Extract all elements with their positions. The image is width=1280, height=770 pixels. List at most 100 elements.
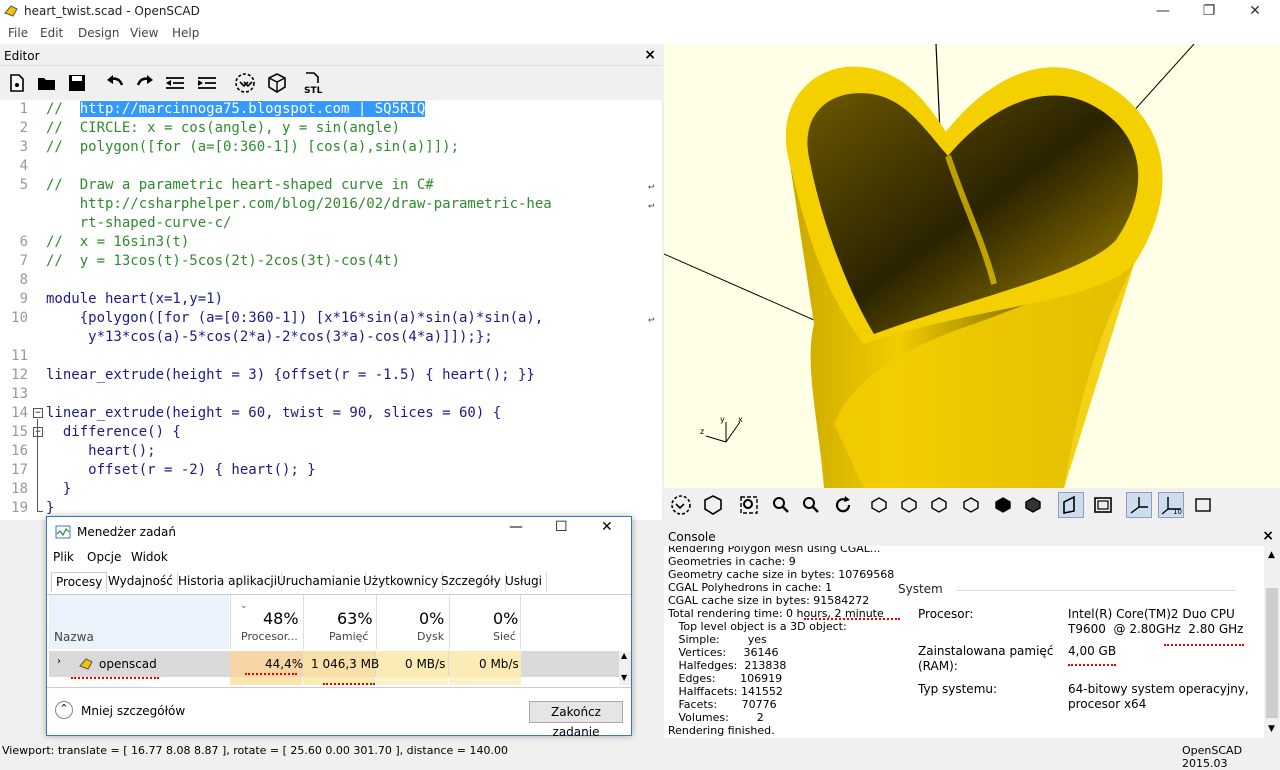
fewer-details-link[interactable]: Mniej szczegółów — [81, 704, 185, 718]
view-top-icon[interactable] — [896, 492, 922, 518]
wrap-marker: ↩ — [648, 199, 655, 212]
restore-button[interactable]: ❐ — [1186, 0, 1232, 24]
svg-text:x: x — [738, 415, 743, 424]
view-back-icon[interactable] — [1020, 492, 1046, 518]
unindent-icon[interactable] — [164, 72, 186, 94]
open-file-icon[interactable] — [36, 72, 58, 94]
disk-percent: 0% — [419, 609, 445, 628]
menu-edit[interactable]: Edit — [40, 26, 63, 40]
line-number: 15 — [11, 424, 28, 440]
show-edges-icon[interactable] — [1190, 492, 1216, 518]
redo-icon[interactable] — [134, 72, 156, 94]
line-number — [0, 214, 28, 233]
openscad-app-icon — [4, 5, 18, 17]
tm-tab-startup[interactable]: Uruchamianie — [273, 572, 366, 592]
cpu-label: Procesor: — [918, 607, 974, 621]
perspective-icon[interactable] — [1058, 492, 1084, 518]
code-line: // x = 16sin3(t) — [46, 234, 190, 250]
export-stl-icon[interactable]: STL — [302, 72, 328, 95]
red-scribble — [323, 679, 375, 685]
close-button[interactable]: ✕ — [1232, 0, 1278, 24]
tm-menu-options[interactable]: Opcje — [87, 550, 121, 564]
view-left-icon[interactable] — [958, 492, 984, 518]
window-title: heart_twist.scad - OpenSCAD — [24, 4, 200, 18]
new-file-icon[interactable] — [6, 72, 28, 94]
tm-tab-details[interactable]: Szczegóły — [437, 572, 506, 592]
reset-view-icon[interactable] — [830, 492, 856, 518]
save-icon[interactable] — [66, 72, 88, 94]
console-line: Volumes: 2 — [668, 711, 764, 724]
console-scrollbar[interactable]: ▲ ▼ — [1264, 546, 1280, 738]
tm-tab-processes[interactable]: Procesy — [51, 572, 108, 592]
tm-tab-app-history[interactable]: Historia aplikacji — [174, 572, 283, 592]
view-right-icon[interactable] — [866, 492, 892, 518]
editor-close-button[interactable]: × — [644, 47, 656, 63]
line-number: 12 — [11, 367, 28, 383]
console-line: CGAL cache size in bytes: 91584272 — [668, 594, 870, 607]
code-editor[interactable]: 1 2 3 4 5 6 7 8 9 10 11 12 13 14 15 16 17 18 19 // http://… — [0, 100, 662, 520]
tm-menu-file[interactable]: Plik — [53, 550, 74, 564]
code-line: offset(r = -2) { heart(); } — [46, 462, 316, 478]
fold-toggle-14[interactable]: − — [33, 408, 43, 418]
show-axes-icon[interactable] — [1126, 492, 1152, 518]
system-heading: System — [898, 582, 943, 596]
system-type-value: 64-bitowy system operacyjny, procesor x6… — [1068, 682, 1249, 711]
cpu-percent: 48% — [263, 609, 299, 628]
end-task-button[interactable]: Zakończ zadanie — [529, 701, 623, 739]
tm-tab-performance[interactable]: Wydajność — [104, 572, 178, 592]
show-scale-icon[interactable]: 10 — [1158, 492, 1184, 518]
preview-icon[interactable] — [668, 492, 694, 518]
status-bar: Viewport: translate = [ 16.77 8.08 8.87 … — [0, 742, 1280, 770]
code-line: // polygon([for (a=[0:360-1]) [cos(a),si… — [46, 139, 460, 155]
3d-viewport[interactable]: x y z — [664, 44, 1280, 488]
tm-minimize-button[interactable]: — — [509, 519, 523, 535]
wrap-marker: ↩ — [648, 313, 655, 326]
line-number — [0, 328, 28, 347]
red-scribble — [804, 614, 900, 620]
fold-toggle-15[interactable]: − — [33, 427, 43, 437]
menu-view[interactable]: View — [130, 26, 158, 40]
code-line: // CIRCLE: x = cos(angle), y = sin(angle… — [46, 120, 401, 136]
heart-model-render: x y z — [664, 44, 1195, 488]
line-number: 16 — [11, 443, 28, 459]
menu-help[interactable]: Help — [172, 26, 199, 40]
minimize-button[interactable]: — — [1140, 0, 1186, 24]
line-number: 7 — [19, 253, 28, 269]
tm-tab-users[interactable]: Użytkownicy — [359, 572, 444, 592]
view-all-icon[interactable] — [736, 492, 762, 518]
ram-value: 4,00 GB — [1068, 644, 1117, 658]
view-bottom-icon[interactable] — [926, 492, 952, 518]
view-front-icon[interactable] — [990, 492, 1016, 518]
red-scribble — [71, 673, 159, 679]
preview-icon[interactable] — [234, 72, 256, 94]
render-icon[interactable] — [266, 72, 288, 94]
memory-percent: 63% — [337, 609, 373, 628]
fewer-details-chevron-icon[interactable]: ⌃ — [55, 701, 73, 719]
zoom-out-icon[interactable] — [798, 492, 824, 518]
network-column-label: Sieć — [493, 630, 516, 643]
menu-file[interactable]: File — [8, 26, 28, 40]
indent-icon[interactable] — [196, 72, 218, 94]
task-manager-icon — [55, 525, 71, 539]
viewer-toolbar: 10 — [664, 488, 1280, 522]
line-number: 9 — [19, 291, 28, 307]
console-close-button[interactable]: × — [1262, 528, 1274, 544]
zoom-in-icon[interactable] — [768, 492, 794, 518]
openscad-process-icon — [79, 658, 93, 670]
name-column-label: Nazwa — [54, 630, 94, 644]
orthogonal-icon[interactable] — [1090, 492, 1116, 518]
undo-icon[interactable] — [104, 72, 126, 94]
code-line: } — [46, 481, 72, 497]
line-number: 11 — [11, 348, 28, 364]
tm-menu-view[interactable]: Widok — [131, 550, 168, 564]
console-line: Facets: 70776 — [668, 698, 777, 711]
process-list-scrollbar[interactable]: ▲ ▼ — [619, 651, 631, 685]
tm-close-button[interactable]: ✕ — [601, 519, 613, 535]
tm-maximize-button[interactable]: ☐ — [555, 519, 568, 535]
menu-design[interactable]: Design — [78, 26, 119, 40]
expand-chevron-icon[interactable]: › — [57, 656, 61, 667]
svg-text:10: 10 — [1173, 508, 1182, 515]
render-icon[interactable] — [700, 492, 726, 518]
code-line: difference() { — [46, 424, 181, 440]
tm-tab-services[interactable]: Usługi — [501, 572, 548, 592]
